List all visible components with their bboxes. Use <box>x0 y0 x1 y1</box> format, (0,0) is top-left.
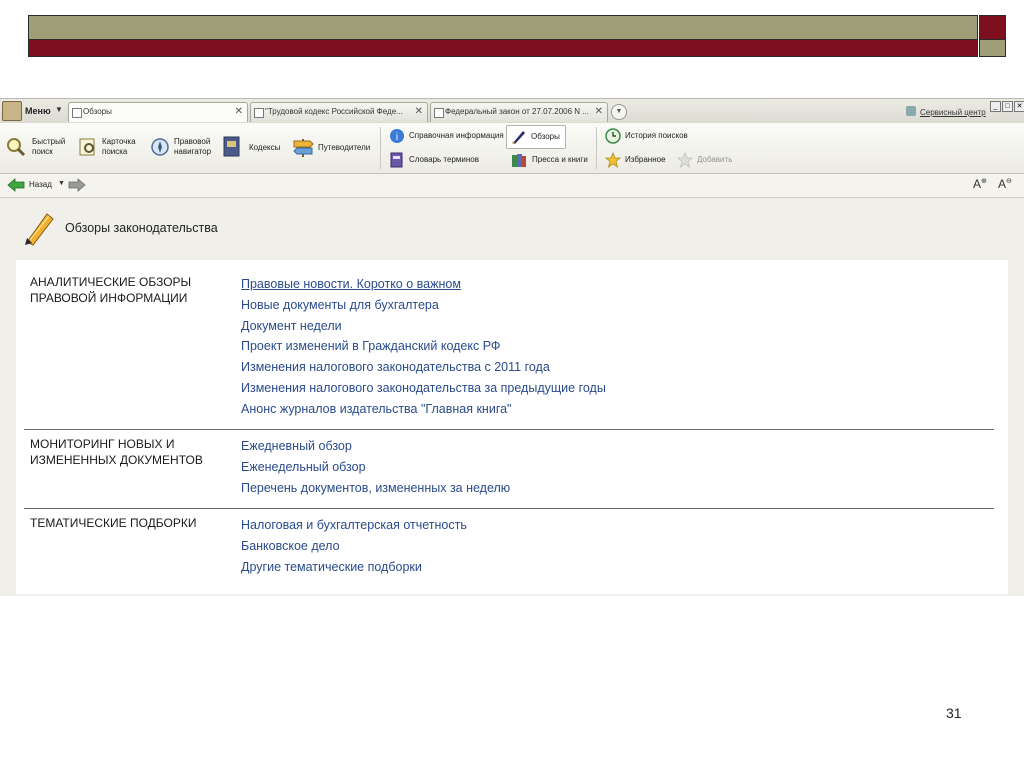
tab-label: "Трудовой кодекс Российской Феде... <box>265 107 403 116</box>
tab-list-dropdown[interactable]: ▼ <box>611 104 627 120</box>
reviews-label: Обзоры <box>531 132 560 141</box>
page-icon <box>254 108 264 118</box>
section-title-monitoring: МОНИТОРИНГ НОВЫХ И ИЗМЕНЕННЫХ ДОКУМЕНТОВ <box>30 436 203 468</box>
reference-info-label: Справочная информация <box>409 131 504 140</box>
link-legal-news[interactable]: Правовые новости. Коротко о важном <box>241 276 461 292</box>
compass-icon <box>150 137 170 162</box>
tab-label: Федеральный закон от 27.07.2006 N ... <box>445 107 589 116</box>
quick-search-label-1: Быстрый <box>32 137 66 146</box>
info-icon: i <box>389 128 405 149</box>
app-window: Меню ▼ Обзоры ✕ "Трудовой кодекс Российс… <box>0 98 1024 596</box>
chevron-down-icon[interactable]: ▼ <box>58 180 65 187</box>
back-label: Назад <box>29 180 52 189</box>
tab-labor-code[interactable]: "Трудовой кодекс Российской Феде... ✕ <box>250 102 428 122</box>
legal-navigator-label-1: Правовой <box>174 137 211 146</box>
restore-icon[interactable]: □ <box>1002 101 1013 112</box>
link-weekly-review[interactable]: Еженедельный обзор <box>241 459 366 475</box>
section-title-line: МОНИТОРИНГ НОВЫХ И <box>30 437 175 451</box>
pen-icon <box>510 129 526 150</box>
reviews-panel: АНАЛИТИЧЕСКИЕ ОБЗОРЫ ПРАВОВОЙ ИНФОРМАЦИИ… <box>16 260 1008 594</box>
search-history-label: История поисков <box>625 131 688 140</box>
star-icon <box>604 151 622 173</box>
link-tax-changes-previous[interactable]: Изменения налогового законодательства за… <box>241 380 606 396</box>
slide-header-bar-olive <box>28 15 978 40</box>
slide-corner-square-red <box>979 15 1006 40</box>
link-journal-announcements[interactable]: Анонс журналов издательства "Главная кни… <box>241 401 512 417</box>
font-decrease-icon[interactable]: A⊖ <box>998 177 1012 191</box>
tab-label: Обзоры <box>83 107 112 116</box>
dictionary-icon <box>389 152 405 173</box>
font-increase-icon[interactable]: A⊕ <box>973 177 987 191</box>
link-tax-changes-2011[interactable]: Изменения налогового законодательства с … <box>241 359 550 375</box>
fountain-pen-icon <box>21 210 55 251</box>
dictionary-label: Словарь терминов <box>409 155 479 164</box>
link-civil-code-changes[interactable]: Проект изменений в Гражданский кодекс РФ <box>241 338 500 354</box>
section-title-thematic: ТЕМАТИЧЕСКИЕ ПОДБОРКИ <box>30 515 197 531</box>
chevron-down-icon[interactable]: ▼ <box>55 105 63 114</box>
page-icon <box>72 108 82 118</box>
service-center-link[interactable]: Сервисный центр <box>920 108 986 118</box>
menu-button[interactable]: Меню <box>25 106 51 116</box>
toolbar-separator <box>596 127 597 169</box>
link-tax-accounting-reports[interactable]: Налоговая и бухгалтерская отчетность <box>241 517 467 533</box>
content-area: Обзоры законодательства АНАЛИТИЧЕСКИЕ ОБ… <box>0 198 1024 596</box>
section-divider <box>24 508 994 509</box>
svg-text:i: i <box>396 132 398 143</box>
codes-label: Кодексы <box>249 143 281 152</box>
toolbar: Быстрый поиск Карточка поиска Правовой н… <box>0 123 1024 174</box>
minimize-icon[interactable]: _ <box>990 101 1001 112</box>
close-window-icon[interactable]: ✕ <box>1014 101 1024 112</box>
toolbar-separator <box>380 127 381 169</box>
reviews-button[interactable]: Обзоры <box>506 125 566 149</box>
magnifier-icon <box>6 137 26 157</box>
close-icon[interactable]: ✕ <box>235 106 243 117</box>
slide-page-number: 31 <box>946 705 962 721</box>
service-center-icon <box>906 106 916 116</box>
search-card-icon <box>78 137 98 162</box>
slide-corner-square-olive <box>979 40 1006 57</box>
close-icon[interactable]: ✕ <box>415 106 423 117</box>
favorites-label: Избранное <box>625 155 666 164</box>
link-document-of-week[interactable]: Документ недели <box>241 318 342 334</box>
arrow-left-icon <box>7 178 25 197</box>
section-divider <box>24 429 994 430</box>
link-other-thematic[interactable]: Другие тематические подборки <box>241 559 422 575</box>
search-card-label-2: поиска <box>102 147 128 156</box>
close-icon[interactable]: ✕ <box>595 106 603 117</box>
section-title-analytical: АНАЛИТИЧЕСКИЕ ОБЗОРЫ ПРАВОВОЙ ИНФОРМАЦИИ <box>30 274 191 306</box>
section-title-line: АНАЛИТИЧЕСКИЕ ОБЗОРЫ <box>30 275 192 289</box>
signpost-icon <box>292 136 314 163</box>
link-changed-docs-week[interactable]: Перечень документов, измененных за недел… <box>241 480 510 496</box>
star-add-icon <box>676 151 694 173</box>
books-icon <box>511 152 527 173</box>
link-new-docs-accountant[interactable]: Новые документы для бухгалтера <box>241 297 439 313</box>
add-label: Добавить <box>697 155 733 164</box>
arrow-right-icon <box>68 178 86 197</box>
tab-federal-law[interactable]: Федеральный закон от 27.07.2006 N ... ✕ <box>430 102 608 122</box>
section-title-line: ПРАВОВОЙ ИНФОРМАЦИИ <box>30 291 188 305</box>
navigation-bar: Назад ▼ A⊕ A⊖ <box>0 174 1024 198</box>
app-logo-icon <box>2 101 22 121</box>
history-icon <box>605 128 621 149</box>
page-icon <box>434 108 444 118</box>
quick-search-label-2: поиск <box>32 147 53 156</box>
link-banking[interactable]: Банковское дело <box>241 538 340 554</box>
section-title-line: ТЕМАТИЧЕСКИЕ ПОДБОРКИ <box>30 516 197 530</box>
guides-label: Путеводители <box>318 143 371 152</box>
tab-strip: Меню ▼ Обзоры ✕ "Трудовой кодекс Российс… <box>0 99 1024 124</box>
slide-header-bar-red <box>28 40 978 57</box>
press-books-label: Пресса и книги <box>532 155 588 164</box>
link-daily-review[interactable]: Ежедневный обзор <box>241 438 352 454</box>
forward-button[interactable] <box>68 178 86 197</box>
tab-reviews[interactable]: Обзоры ✕ <box>68 102 248 122</box>
book-icon <box>222 136 242 163</box>
search-card-label-1: Карточка <box>102 137 136 146</box>
page-title: Обзоры законодательства <box>65 221 218 235</box>
section-title-line: ИЗМЕНЕННЫХ ДОКУМЕНТОВ <box>30 453 203 467</box>
legal-navigator-label-2: навигатор <box>174 147 212 156</box>
